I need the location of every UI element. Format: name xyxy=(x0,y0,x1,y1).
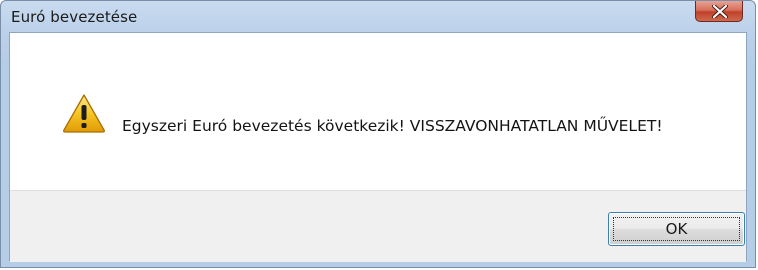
close-icon xyxy=(712,5,728,18)
dialog-message: Egyszeri Euró bevezetés következik! VISS… xyxy=(122,117,663,135)
button-bar: OK xyxy=(10,190,746,262)
dialog-body: Egyszeri Euró bevezetés következik! VISS… xyxy=(9,32,747,262)
ok-button[interactable]: OK xyxy=(608,212,745,246)
title-bar[interactable]: Euró bevezetése xyxy=(1,1,755,33)
close-button[interactable] xyxy=(695,1,743,22)
warning-icon xyxy=(63,94,105,133)
message-area: Egyszeri Euró bevezetés következik! VISS… xyxy=(10,33,746,190)
ok-button-label: OK xyxy=(665,220,688,238)
dialog-window: Euró bevezetése Egyszeri Euró bevezetés … xyxy=(0,0,756,268)
window-title: Euró bevezetése xyxy=(11,8,138,26)
